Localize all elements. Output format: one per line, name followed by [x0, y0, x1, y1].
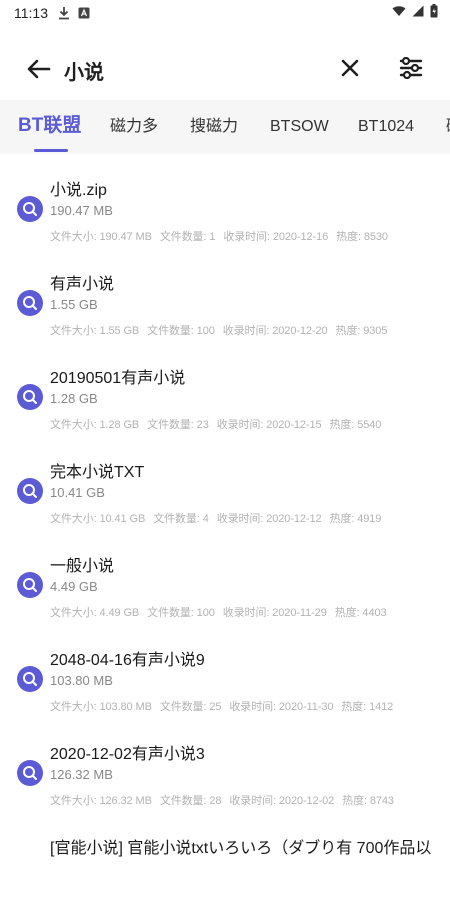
list-item[interactable]: 2020-12-02有声小说3 126.32 MB 文件大小: 126.32 M… [0, 732, 450, 826]
meta-size: 文件大小: 1.55 GB [50, 325, 140, 337]
meta-count: 文件数量: 4 [153, 513, 209, 525]
meta-count: 文件数量: 100 [147, 607, 215, 619]
magnet-search-icon [17, 572, 43, 598]
meta-size: 文件大小: 190.47 MB [50, 231, 152, 243]
meta-date: 收录时间: 2020-11-30 [229, 701, 334, 713]
list-item[interactable]: 2048-04-16有声小说9 103.80 MB 文件大小: 103.80 M… [0, 638, 450, 732]
search-bar: 小说 [0, 40, 450, 96]
source-tabs: BT联盟 磁力多 搜磁力 BTSOW BT1024 磁 [0, 100, 450, 154]
result-size: 1.55 GB [50, 297, 98, 312]
magnet-search-icon [17, 196, 43, 222]
result-meta: 文件大小: 190.47 MB 文件数量: 1 收录时间: 2020-12-16 热度… [50, 228, 396, 244]
arrow-left-icon [27, 59, 51, 79]
magnet-search-icon [17, 666, 43, 692]
app-notification-icon [78, 7, 90, 19]
result-meta: 文件大小: 103.80 MB 文件数量: 25 收录时间: 2020-11-30 热… [50, 698, 401, 714]
magnet-search-icon [17, 478, 43, 504]
download-icon [59, 7, 69, 20]
meta-count: 文件数量: 1 [159, 231, 216, 243]
clear-search-button[interactable] [336, 54, 364, 82]
result-title: 完本小说TXT [50, 464, 145, 481]
result-title: 有声小说 [50, 276, 115, 293]
result-size: 1.28 GB [50, 391, 98, 406]
list-item[interactable]: 20190501有声小说 1.28 GB 文件大小: 1.28 GB 文件数量: … [0, 356, 450, 450]
result-title: 20190501有声小说 [50, 370, 186, 387]
wifi-icon [392, 6, 406, 16]
meta-count: 文件数量: 25 [159, 701, 222, 713]
filter-button[interactable] [396, 53, 426, 83]
result-size: 126.32 MB [50, 767, 113, 782]
meta-date: 收录时间: 2020-12-15 [216, 419, 322, 431]
list-item[interactable]: [官能小说] 官能小说txtいろいろ（ダブり有 700作品以 [0, 826, 450, 920]
close-icon [341, 59, 359, 77]
result-title: 2020-12-02有声小说3 [50, 746, 205, 763]
result-meta: 文件大小: 126.32 MB 文件数量: 28 收录时间: 2020-12-02 热… [50, 792, 402, 808]
meta-date: 收录时间: 2020-12-20 [222, 325, 328, 337]
status-time: 11:13 [14, 5, 48, 21]
meta-size: 文件大小: 10.41 GB [50, 513, 146, 525]
meta-date: 收录时间: 2020-11-29 [222, 607, 327, 619]
meta-size: 文件大小: 1.28 GB [50, 419, 140, 431]
tab-indicator [34, 149, 68, 152]
meta-heat: 热度: 5540 [329, 419, 382, 431]
meta-count: 文件数量: 100 [147, 325, 215, 337]
meta-heat: 热度: 1412 [341, 701, 394, 713]
result-title: 一般小说 [50, 558, 115, 575]
result-meta: 文件大小: 1.55 GB 文件数量: 100 收录时间: 2020-12-20 热度… [50, 322, 395, 338]
sliders-icon [399, 57, 423, 79]
result-size: 190.47 MB [50, 203, 113, 218]
results-list: 小说.zip 190.47 MB 文件大小: 190.47 MB 文件数量: 1 收… [0, 168, 450, 920]
tab-ciliduo[interactable]: 磁力多 [110, 116, 158, 138]
back-button[interactable] [24, 54, 54, 84]
tab-btsow[interactable]: BTSOW [270, 116, 329, 138]
list-item[interactable]: 一般小说 4.49 GB 文件大小: 4.49 GB 文件数量: 100 收录时间:… [0, 544, 450, 638]
status-bar: 11:13 [0, 0, 450, 26]
meta-heat: 热度: 4919 [329, 513, 382, 525]
list-item[interactable]: 有声小说 1.55 GB 文件大小: 1.55 GB 文件数量: 100 收录时间:… [0, 262, 450, 356]
result-size: 10.41 GB [50, 485, 105, 500]
meta-count: 文件数量: 23 [147, 419, 209, 431]
result-meta: 文件大小: 1.28 GB 文件数量: 23 收录时间: 2020-12-15 热度:… [50, 416, 389, 432]
magnet-search-icon [17, 290, 43, 316]
magnet-search-icon [17, 384, 43, 410]
result-title: 小说.zip [50, 182, 107, 199]
result-meta: 文件大小: 4.49 GB 文件数量: 100 收录时间: 2020-11-29 热度… [50, 604, 395, 620]
result-meta: 文件大小: 10.41 GB 文件数量: 4 收录时间: 2020-12-12 热度:… [50, 510, 389, 526]
tab-sousuocili[interactable]: 搜磁力 [190, 116, 238, 138]
meta-heat: 热度: 8743 [342, 795, 394, 807]
battery-icon [430, 4, 438, 18]
meta-date: 收录时间: 2020-12-16 [223, 231, 329, 243]
meta-heat: 热度: 8530 [336, 231, 388, 243]
result-size: 4.49 GB [50, 579, 98, 594]
tab-bt-lianmeng[interactable]: BT联盟 [18, 115, 81, 137]
tab-more[interactable]: 磁 [446, 116, 450, 138]
list-item[interactable]: 小说.zip 190.47 MB 文件大小: 190.47 MB 文件数量: 1 收… [0, 168, 450, 262]
result-title: [官能小说] 官能小说txtいろいろ（ダブり有 700作品以 [50, 840, 432, 857]
meta-heat: 热度: 4403 [334, 607, 387, 619]
search-query[interactable]: 小说 [64, 56, 104, 85]
meta-date: 收录时间: 2020-12-02 [229, 795, 335, 807]
magnet-search-icon [17, 760, 43, 786]
meta-size: 文件大小: 126.32 MB [50, 795, 152, 807]
meta-heat: 热度: 9305 [335, 325, 388, 337]
meta-count: 文件数量: 28 [159, 795, 222, 807]
signal-icon [412, 5, 424, 17]
list-item[interactable]: 完本小说TXT 10.41 GB 文件大小: 10.41 GB 文件数量: 4 收录… [0, 450, 450, 544]
result-title: 2048-04-16有声小说9 [50, 652, 205, 669]
meta-size: 文件大小: 103.80 MB [50, 701, 152, 713]
tab-bt1024[interactable]: BT1024 [358, 116, 414, 138]
meta-size: 文件大小: 4.49 GB [50, 607, 140, 619]
meta-date: 收录时间: 2020-12-12 [216, 513, 322, 525]
result-size: 103.80 MB [50, 673, 113, 688]
